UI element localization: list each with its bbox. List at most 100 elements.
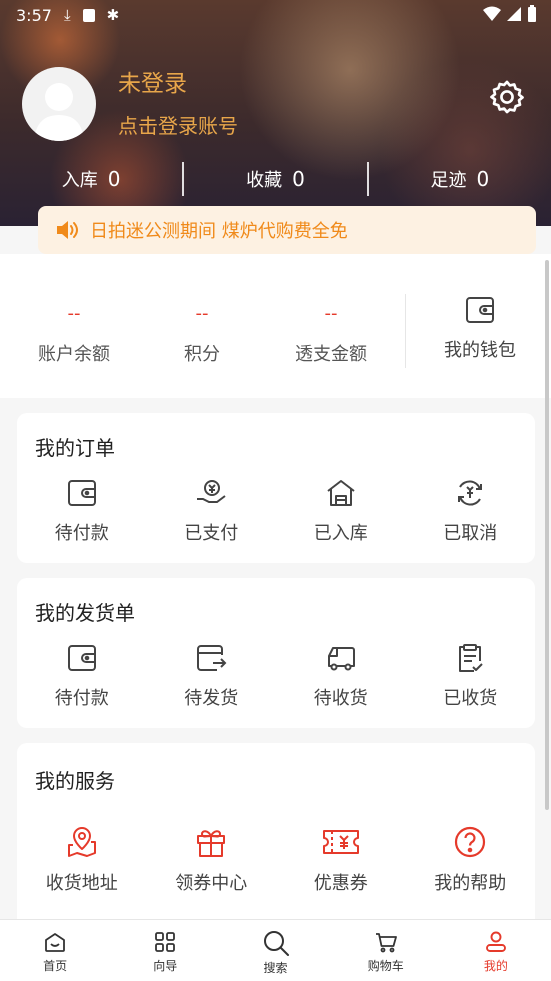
- points-value: --: [195, 303, 209, 324]
- tab-label: 向导: [153, 959, 178, 973]
- item-label: 已取消: [443, 523, 498, 544]
- location-map-icon: [67, 827, 96, 857]
- refund-cycle-icon: [458, 480, 483, 506]
- points[interactable]: -- 积分: [138, 294, 266, 366]
- balance-label: 账户余额: [38, 344, 110, 365]
- item-label: 收货地址: [45, 873, 118, 894]
- order-pending-payment[interactable]: 待付款: [17, 477, 147, 545]
- shipment-to-ship[interactable]: 待发货: [147, 642, 277, 710]
- coupon-icon: [322, 830, 359, 854]
- ship-out-icon: [197, 645, 227, 671]
- item-label: 待付款: [54, 523, 109, 544]
- item-label: 待付款: [54, 688, 109, 709]
- notice-text: 日拍迷公测期间 煤炉代购费全免: [90, 221, 348, 242]
- battery-icon: [528, 5, 536, 22]
- username[interactable]: 未登录: [118, 64, 187, 98]
- user-icon: [485, 931, 506, 952]
- stats-row: 入库 0 收藏 0 足迹 0: [0, 160, 551, 198]
- speaker-icon: [57, 221, 78, 239]
- order-warehoused[interactable]: 已入库: [276, 477, 406, 545]
- item-label: 我的帮助: [434, 873, 507, 894]
- home-icon: [45, 933, 65, 952]
- wallet-icon: [67, 480, 96, 506]
- notice-banner[interactable]: 日拍迷公测期间 煤炉代购费全免: [38, 206, 536, 254]
- service-help[interactable]: 我的帮助: [406, 825, 536, 895]
- shipments-items: 待付款 待发货 待收货 已收货: [17, 642, 535, 710]
- item-label: 优惠券: [313, 873, 368, 894]
- bug-icon: ✱: [106, 6, 120, 24]
- stat-value: 0: [107, 167, 121, 191]
- bottom-tab-bar: 首页 向导 搜索 购物车 我的: [0, 919, 551, 981]
- stat-label: 入库: [61, 170, 98, 191]
- truck-icon: [327, 647, 355, 671]
- services-items: 收货地址 领券中心 优惠券 我的帮助: [17, 825, 535, 895]
- balance-value: --: [67, 303, 81, 324]
- stat-label: 足迹: [430, 170, 467, 191]
- avatar[interactable]: [22, 67, 96, 141]
- login-link[interactable]: 点击登录账号: [118, 110, 238, 139]
- gift-icon: [197, 830, 226, 857]
- shipments-title: 我的发货单: [35, 601, 135, 625]
- stat-inbound[interactable]: 入库 0: [0, 160, 182, 198]
- status-time: 3:57: [16, 6, 52, 25]
- divider: [405, 294, 406, 368]
- default-avatar-icon: [34, 83, 84, 141]
- tab-home[interactable]: 首页: [0, 920, 110, 981]
- tab-search[interactable]: 搜索: [220, 920, 330, 981]
- stat-favorites[interactable]: 收藏 0: [184, 160, 366, 198]
- wallet-section: -- 账户余额 -- 积分 -- 透支金额 我的钱包: [0, 254, 551, 398]
- my-wallet-label: 我的钱包: [444, 340, 516, 361]
- shipment-received[interactable]: 已收货: [406, 642, 536, 710]
- tab-cart[interactable]: 购物车: [331, 920, 441, 981]
- wallet-icon: [67, 645, 96, 671]
- orders-title: 我的订单: [35, 436, 115, 460]
- signal-icon: [507, 7, 521, 21]
- status-bar: 3:57 ⤓ ✱: [0, 0, 551, 32]
- order-cancelled[interactable]: 已取消: [406, 477, 536, 545]
- gear-icon[interactable]: [488, 78, 526, 116]
- stat-value: 0: [476, 167, 490, 191]
- overdraft-value: --: [324, 303, 338, 324]
- overdraft-label: 透支金额: [295, 344, 367, 365]
- stat-label: 收藏: [246, 170, 283, 191]
- clipboard-check-icon: [459, 644, 483, 672]
- item-label: 待收货: [313, 688, 368, 709]
- download-icon: ⤓: [64, 6, 71, 24]
- search-icon: [263, 931, 289, 956]
- service-coupons[interactable]: 优惠券: [276, 825, 406, 895]
- warehouse-icon: [327, 480, 355, 506]
- wifi-icon: [483, 6, 501, 21]
- service-coupon-center[interactable]: 领券中心: [147, 825, 277, 895]
- orders-card: 我的订单 待付款 已支付 已入库 已取消: [17, 413, 535, 563]
- help-icon: [455, 826, 486, 858]
- shipments-card: 我的发货单 待付款 待发货 待收货 已收货: [17, 578, 535, 728]
- account-balance[interactable]: -- 账户余额: [10, 294, 138, 366]
- wallet-icon: [466, 297, 494, 323]
- shipment-pending-payment[interactable]: 待付款: [17, 642, 147, 710]
- item-label: 已收货: [443, 688, 498, 709]
- cart-icon: [375, 933, 397, 953]
- paid-hand-icon: [197, 480, 226, 503]
- status-notification-icons: ⤓ ✱: [64, 6, 119, 24]
- tab-label: 首页: [43, 959, 68, 973]
- service-shipping-address[interactable]: 收货地址: [17, 825, 147, 895]
- my-wallet[interactable]: 我的钱包: [420, 294, 540, 362]
- stat-footprints[interactable]: 足迹 0: [369, 160, 551, 198]
- order-paid[interactable]: 已支付: [147, 477, 277, 545]
- stat-value: 0: [292, 167, 305, 191]
- tab-label: 搜索: [263, 961, 288, 975]
- scrollbar[interactable]: [545, 260, 549, 810]
- orders-items: 待付款 已支付 已入库 已取消: [17, 477, 535, 545]
- item-label: 已入库: [313, 523, 368, 544]
- tab-label: 我的: [483, 959, 508, 973]
- item-label: 领券中心: [175, 873, 248, 894]
- grid-icon: [155, 932, 176, 952]
- tab-guide[interactable]: 向导: [110, 920, 220, 981]
- shipment-to-receive[interactable]: 待收货: [276, 642, 406, 710]
- tab-mine[interactable]: 我的: [441, 920, 551, 981]
- overdraft-amount[interactable]: -- 透支金额: [267, 294, 395, 366]
- item-label: 待发货: [184, 688, 239, 709]
- status-system-icons: [483, 5, 537, 23]
- item-label: 已支付: [184, 523, 239, 544]
- points-label: 积分: [184, 344, 220, 365]
